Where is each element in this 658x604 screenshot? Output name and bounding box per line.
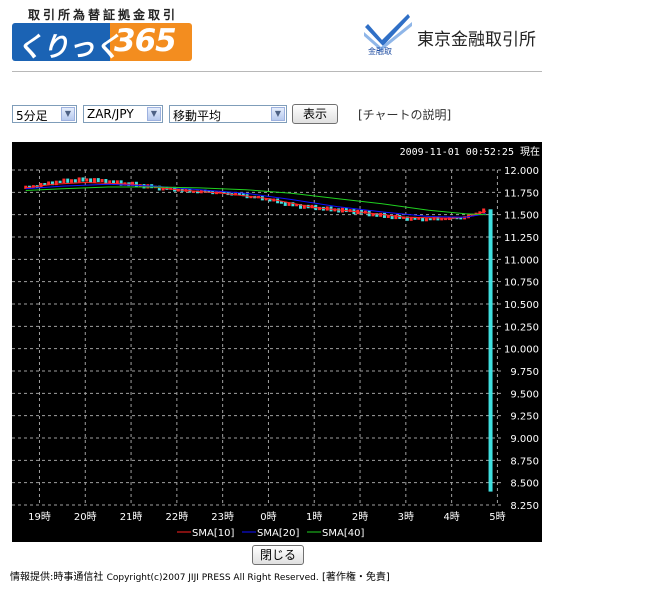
y-tick-label: 11.000 xyxy=(504,255,539,266)
y-tick-label: 10.250 xyxy=(504,322,539,333)
terms-link[interactable]: [著作権・免責] xyxy=(322,568,390,583)
x-tick-label: 20時 xyxy=(74,511,97,523)
logo-number-text: 365 xyxy=(114,23,177,59)
chevron-down-icon: ▼ xyxy=(147,107,161,121)
y-tick-label: 8.500 xyxy=(510,479,539,490)
x-tick-label: 3時 xyxy=(398,511,414,523)
candle xyxy=(70,179,74,183)
x-tick-label: 5時 xyxy=(489,511,505,523)
currency-pair-select[interactable]: ZAR/JPY ▼ xyxy=(83,105,163,123)
x-tick-label: 19時 xyxy=(28,511,51,523)
x-tick-label: 4時 xyxy=(443,511,459,523)
footer: 情報提供:時事通信社 Copyright(c)2007 JIJI PRESS A… xyxy=(10,568,390,583)
chevron-down-icon: ▼ xyxy=(61,107,75,121)
candle xyxy=(89,178,93,183)
candle xyxy=(66,178,70,183)
candle xyxy=(424,218,428,222)
candle xyxy=(85,178,89,182)
exchange-name: 東京金融取引所 xyxy=(417,30,536,50)
candle xyxy=(428,218,432,221)
y-tick-label: 11.750 xyxy=(504,188,539,199)
candle-drop xyxy=(488,209,493,492)
tfx-mark-text: 金融取 xyxy=(368,47,392,56)
candle xyxy=(77,177,81,183)
tfx-logo: 金融取 東京金融取引所 xyxy=(362,10,542,60)
candle xyxy=(92,178,96,183)
legend-label: SMA[20] xyxy=(257,528,299,539)
y-tick-label: 11.500 xyxy=(504,211,539,222)
sma-line xyxy=(25,186,487,216)
logo-box: くりっく 365 xyxy=(12,23,192,61)
footer-copyright: Copyright(c)2007 JIJI PRESS All Right Re… xyxy=(106,573,319,583)
x-tick-label: 1時 xyxy=(306,511,322,523)
y-tick-label: 9.750 xyxy=(510,367,539,378)
legend-label: SMA[40] xyxy=(322,528,364,539)
interval-value: 5分足 xyxy=(16,109,48,123)
price-chart: 12.000 11.750 11.500 11.250 11.000 10.750 10.5… xyxy=(12,142,542,542)
indicator-value: 移動平均 xyxy=(173,109,222,123)
candle xyxy=(73,179,77,183)
y-tick-label: 9.250 xyxy=(510,412,539,423)
indicator-select[interactable]: 移動平均 ▼ xyxy=(169,105,287,123)
candle xyxy=(58,180,62,184)
candle xyxy=(344,207,348,213)
y-tick-label: 10.500 xyxy=(504,300,539,311)
kurikku365-logo: 取引所為替証拠金取引 くりっく 365 xyxy=(12,6,197,62)
chart-help-link[interactable]: [チャートの説明] xyxy=(358,106,451,123)
show-button[interactable]: 表示 xyxy=(292,104,338,124)
y-tick-label: 8.250 xyxy=(510,501,539,512)
logo-kana-text: くりっく xyxy=(16,32,121,61)
chart-canvas: 12.000 11.750 11.500 11.250 11.000 10.750 10.5… xyxy=(12,166,539,539)
candle xyxy=(394,214,398,220)
x-tick-label: 2時 xyxy=(352,511,368,523)
footer-source: 情報提供:時事通信社 xyxy=(10,572,104,583)
x-tick-label: 22時 xyxy=(165,511,188,523)
y-tick-label: 11.250 xyxy=(504,233,539,244)
y-tick-label: 12.000 xyxy=(504,166,539,177)
y-tick-label: 10.750 xyxy=(504,278,539,289)
y-tick-label: 10.000 xyxy=(504,345,539,356)
interval-select[interactable]: 5分足 ▼ xyxy=(12,105,77,123)
candle xyxy=(81,177,85,182)
sma-line xyxy=(25,183,487,218)
x-tick-label: 23時 xyxy=(211,511,234,523)
candle xyxy=(62,178,66,184)
chart-timestamp: 2009-11-01 00:52:25 現在 xyxy=(399,147,540,158)
header-divider xyxy=(12,71,542,72)
x-tick-label: 21時 xyxy=(120,511,143,523)
legend-label: SMA[10] xyxy=(192,528,234,539)
y-tick-label: 9.500 xyxy=(510,389,539,400)
y-tick-label: 9.000 xyxy=(510,434,539,445)
y-tick-label: 8.750 xyxy=(510,456,539,467)
candle xyxy=(134,181,138,187)
chevron-down-icon: ▼ xyxy=(271,107,285,121)
x-tick-label: 0時 xyxy=(260,511,276,523)
candle xyxy=(100,179,104,183)
logo-kicker-text: 取引所為替証拠金取引 xyxy=(28,8,179,22)
currency-pair-value: ZAR/JPY xyxy=(87,107,134,121)
close-button[interactable]: 閉じる xyxy=(252,545,304,565)
candle xyxy=(96,178,100,183)
